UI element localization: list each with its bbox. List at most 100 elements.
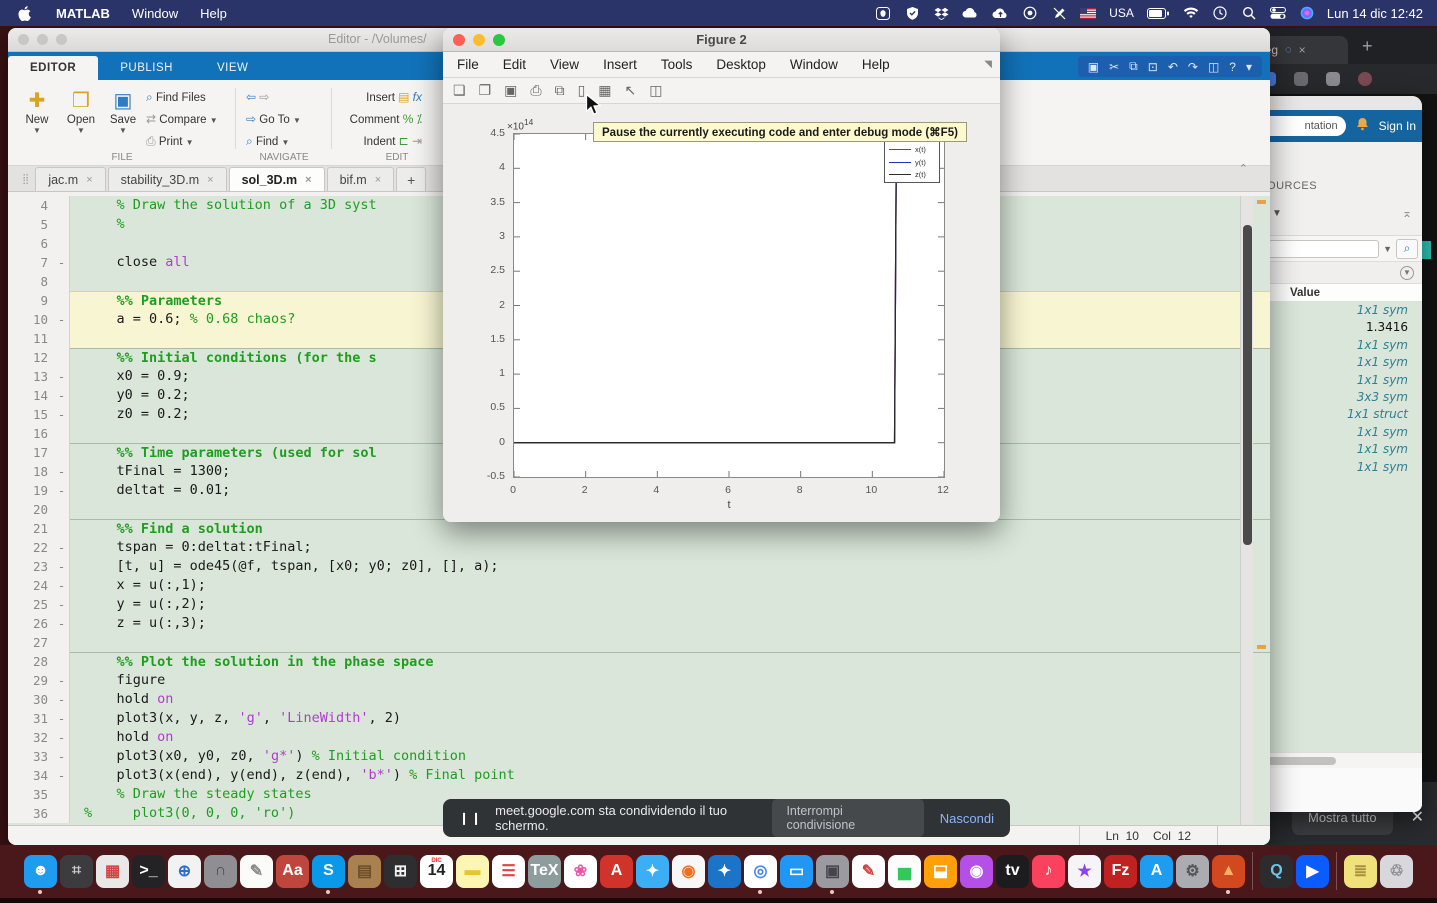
dock-icon-safari[interactable]: ✦ [636, 854, 669, 888]
dock-icon-openoffice[interactable]: ✦ [708, 854, 741, 888]
new-figure-icon[interactable]: ❏ [453, 82, 466, 99]
dock-icon-trash[interactable]: ♲ [1380, 854, 1413, 888]
plot-legend[interactable]: x(t) y(t) z(t) [884, 141, 940, 183]
document-tab-bif-m[interactable]: bif.m × [326, 167, 395, 191]
annotation-marker[interactable] [1257, 200, 1266, 204]
code-text[interactable]: figure [70, 671, 1270, 690]
avatar[interactable] [1358, 72, 1372, 86]
pointer-icon[interactable]: ↖ [625, 82, 637, 99]
detach-arrow-icon[interactable]: ◥ [984, 59, 992, 70]
menu-item-help[interactable]: Help [189, 6, 238, 21]
code-text[interactable]: x = u(:,1); [70, 576, 1270, 595]
dock-icon-html-editor[interactable]: ⊕ [168, 854, 201, 888]
dock-icon-acrobat[interactable]: A [600, 854, 633, 888]
dock-icon-imovie[interactable]: ★ [1068, 854, 1101, 888]
dock-icon-archive[interactable]: ≣ [1344, 854, 1377, 888]
open-file-icon[interactable]: ❐ [479, 82, 492, 99]
code-text[interactable]: hold on [70, 728, 1270, 747]
collapse-ribbon-icon[interactable]: ⌅ [1402, 206, 1412, 220]
document-tab-sol_3D-m[interactable]: sol_3D.m × [228, 167, 325, 191]
dock-icon-notes[interactable]: ✎ [240, 854, 273, 888]
copy-icon[interactable]: ⧉ [1129, 59, 1138, 74]
dock-controls-icon[interactable]: ◫ [649, 82, 662, 99]
resources-dropdown-icon[interactable]: ▼ [1272, 208, 1282, 219]
print-figure-icon[interactable]: ⎙ [530, 82, 541, 99]
tab-close-icon[interactable]: × [86, 174, 92, 186]
tab-publish[interactable]: PUBLISH [98, 56, 195, 80]
dock-icon-tex[interactable]: TeX [528, 854, 561, 888]
code-text[interactable]: tspan = 0:deltat:tFinal; [70, 538, 1270, 557]
scrollbar-thumb[interactable] [1243, 225, 1252, 545]
figure-menu-window[interactable]: Window [790, 57, 838, 72]
favicon-light[interactable] [1326, 72, 1340, 86]
dock-icon-chrome[interactable]: ◎ [744, 854, 777, 894]
zoom-window-button[interactable] [56, 34, 67, 45]
tab-close-icon[interactable]: × [1299, 43, 1306, 57]
app-window-icon[interactable] [875, 4, 891, 22]
dock-icon-dictionary[interactable]: Aa [276, 854, 309, 888]
forward-icon[interactable]: ⇨ [259, 90, 269, 104]
figure-title-bar[interactable]: Figure 2 [443, 28, 1000, 52]
code-text[interactable]: plot3(x, y, z, 'g', 'LineWidth', 2) [70, 709, 1270, 728]
apple-logo-icon[interactable] [18, 5, 31, 21]
dock-icon-zoom-app[interactable]: ▶ [1296, 854, 1329, 888]
sign-in-link[interactable]: Sign In [1379, 119, 1416, 133]
dock-icon-apple-tv[interactable]: tv [996, 854, 1029, 888]
code-text[interactable] [70, 633, 1270, 652]
dock-icon-contacts[interactable]: ▤ [348, 854, 381, 888]
back-icon[interactable]: ⇦ [246, 90, 256, 104]
dock-icon-skype[interactable]: S [312, 854, 345, 894]
notification-bell-icon[interactable] [1356, 117, 1369, 136]
search-button[interactable]: ⌕ [1396, 238, 1418, 259]
menu-item-window[interactable]: Window [121, 6, 189, 21]
figure-menu-file[interactable]: File [457, 57, 479, 72]
switch-window-icon[interactable]: ◫ [1208, 60, 1219, 74]
dock-icon-terminal[interactable]: >_ [132, 854, 165, 888]
minimize-window-button[interactable] [37, 34, 48, 45]
control-center-icon[interactable] [1269, 4, 1286, 22]
cloud-sync-icon[interactable] [962, 4, 979, 22]
dock-icon-music[interactable]: ♪ [1032, 854, 1065, 888]
dock-icon-finder[interactable]: ☻ [24, 854, 57, 894]
help-icon[interactable]: ? [1229, 60, 1236, 74]
indent-button[interactable]: Indent ⊏ ⇥ [363, 134, 422, 148]
code-text[interactable]: plot3(x(end), y(end), z(end), 'b*') % Fi… [70, 766, 1270, 785]
code-text[interactable]: plot3(x0, y0, z0, 'g*') % Initial condit… [70, 747, 1270, 766]
menu-item-matlab[interactable]: MATLAB [45, 6, 121, 21]
paste-icon[interactable]: ⊡ [1148, 60, 1158, 74]
figure-menu-edit[interactable]: Edit [503, 57, 526, 72]
us-flag-icon[interactable] [1080, 4, 1097, 22]
menu-bar-clock[interactable]: Lun 14 dic 12:42 [1327, 6, 1423, 21]
dock-icon-calendar[interactable]: 14 DIC [420, 854, 453, 888]
dock-icon-screenshot[interactable]: ⌗ [60, 854, 93, 888]
dock-icon-quicktime[interactable]: Q [1260, 854, 1293, 888]
tab-editor[interactable]: EDITOR [8, 56, 99, 80]
figure-menu-desktop[interactable]: Desktop [716, 57, 766, 72]
dock-icon-photos[interactable]: ❀ [564, 854, 597, 888]
dock-icon-system-settings[interactable]: ⚙ [1176, 854, 1209, 888]
siri-icon[interactable] [1299, 4, 1315, 22]
close-window-button[interactable] [18, 34, 29, 45]
dock-icon-launchpad[interactable]: ▦ [96, 854, 129, 888]
favicon-grey[interactable] [1294, 72, 1308, 86]
search-dropdown-icon[interactable]: ▼ [1383, 244, 1392, 254]
new-document-tab[interactable]: + [396, 167, 427, 191]
redo-icon[interactable]: ↷ [1188, 60, 1198, 74]
open-button[interactable]: ❒ Open ▼ [60, 88, 102, 135]
dock-icon-keynote[interactable]: ▭ [780, 854, 813, 888]
tab-close-icon[interactable]: × [375, 174, 381, 186]
usa-label[interactable]: USA [1109, 4, 1134, 22]
dock-icon-calculator[interactable]: ⊞ [384, 854, 417, 888]
new-tab-button[interactable]: + [1362, 36, 1373, 57]
figure-menu-insert[interactable]: Insert [603, 57, 637, 72]
dock-icon-app-store[interactable]: A [1140, 854, 1173, 888]
dock-icon-textedit[interactable]: ✎ [852, 854, 885, 888]
clock-icon[interactable] [1212, 4, 1228, 22]
cut-icon[interactable]: ✂ [1109, 60, 1119, 74]
vertical-scrollbar[interactable] [1240, 196, 1253, 825]
insert-button[interactable]: Insert ▤ fx [366, 90, 422, 104]
tab-close-icon[interactable]: × [207, 174, 213, 186]
go-to-button[interactable]: ⇨ Go To ▼ [246, 112, 301, 126]
save-icon[interactable]: ▣ [1088, 60, 1099, 74]
wifi-icon[interactable] [1183, 4, 1199, 22]
